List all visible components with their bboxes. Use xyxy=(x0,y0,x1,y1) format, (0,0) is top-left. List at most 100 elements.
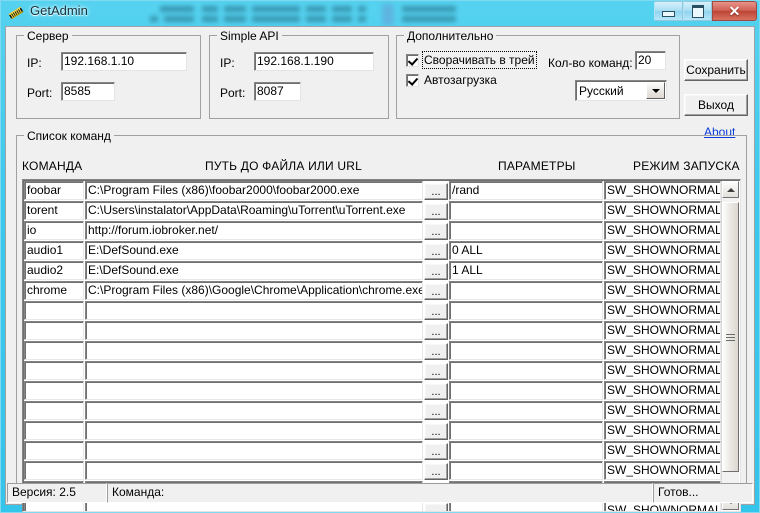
cell-path[interactable]: E:\DefSound.exe xyxy=(85,261,423,280)
scroll-up-button[interactable] xyxy=(722,181,739,198)
browse-button[interactable]: ... xyxy=(424,423,448,440)
cell-path[interactable] xyxy=(85,441,423,460)
cell-mode[interactable]: SW_SHOWNORMAL xyxy=(604,441,721,460)
cell-command[interactable] xyxy=(24,421,84,440)
browse-button[interactable]: ... xyxy=(424,183,448,200)
command-list-group-title: Список команд xyxy=(24,129,114,143)
cell-path[interactable] xyxy=(85,301,423,320)
cell-mode[interactable]: SW_SHOWNORMAL xyxy=(604,321,721,340)
cell-params[interactable] xyxy=(449,461,603,480)
browse-button[interactable]: ... xyxy=(424,403,448,420)
cell-params[interactable] xyxy=(449,361,603,380)
cell-command[interactable] xyxy=(24,341,84,360)
cell-params[interactable]: /rand xyxy=(449,181,603,200)
cell-params[interactable]: 1 ALL xyxy=(449,261,603,280)
cell-params[interactable] xyxy=(449,381,603,400)
cell-command[interactable]: foobar xyxy=(24,181,84,200)
cell-mode[interactable]: SW_SHOWNORMAL xyxy=(604,461,721,480)
browse-button[interactable]: ... xyxy=(424,283,448,300)
cell-mode[interactable]: SW_SHOWNORMAL xyxy=(604,201,721,220)
cell-command[interactable] xyxy=(24,441,84,460)
cell-mode[interactable]: SW_SHOWNORMAL xyxy=(604,401,721,420)
minimize-button[interactable] xyxy=(654,1,683,21)
cell-mode[interactable]: SW_SHOWNORMAL xyxy=(604,221,721,240)
cell-params[interactable] xyxy=(449,341,603,360)
cell-command[interactable] xyxy=(24,321,84,340)
cell-command[interactable]: torent xyxy=(24,201,84,220)
cell-command[interactable]: chrome xyxy=(24,281,84,300)
cell-params[interactable] xyxy=(449,421,603,440)
browse-button[interactable]: ... xyxy=(424,363,448,380)
cell-params[interactable] xyxy=(449,321,603,340)
chevron-down-icon[interactable] xyxy=(646,82,665,99)
maximize-button[interactable] xyxy=(683,1,712,21)
cell-path[interactable]: C:\Users\instalator\AppData\Roaming\uTor… xyxy=(85,201,423,220)
cell-command[interactable] xyxy=(24,401,84,420)
cell-command[interactable]: audio2 xyxy=(24,261,84,280)
cell-path[interactable] xyxy=(85,361,423,380)
cell-params[interactable] xyxy=(449,441,603,460)
browse-button[interactable]: ... xyxy=(424,463,448,480)
cell-path[interactable] xyxy=(85,341,423,360)
cell-mode[interactable]: SW_SHOWNORMAL xyxy=(604,241,721,260)
cell-params[interactable] xyxy=(449,201,603,220)
cell-path[interactable]: E:\DefSound.exe xyxy=(85,241,423,260)
cell-params[interactable]: 0 ALL xyxy=(449,241,603,260)
cell-mode[interactable]: SW_SHOWNORMAL xyxy=(604,421,721,440)
grid-vertical-scrollbar[interactable] xyxy=(721,181,739,510)
cell-mode[interactable]: SW_SHOWNORMAL xyxy=(604,301,721,320)
cell-mode[interactable]: SW_SHOWNORMAL xyxy=(604,341,721,360)
scrollbar-track[interactable] xyxy=(722,198,739,493)
cell-path[interactable]: http://forum.iobroker.net/ xyxy=(85,221,423,240)
cell-params[interactable] xyxy=(449,281,603,300)
cell-path[interactable]: C:\Program Files (x86)\Google\Chrome\App… xyxy=(85,281,423,300)
cell-path[interactable] xyxy=(85,421,423,440)
cell-mode[interactable]: SW_SHOWNORMAL xyxy=(604,261,721,280)
close-button[interactable]: ✕ xyxy=(712,1,757,21)
cell-command[interactable]: io xyxy=(24,221,84,240)
command-count-input[interactable]: 20 xyxy=(635,51,666,70)
server-ip-input[interactable]: 192.168.1.10 xyxy=(61,52,187,71)
autostart-checkbox[interactable] xyxy=(406,73,419,87)
scrollbar-thumb[interactable] xyxy=(722,202,739,472)
cell-path[interactable] xyxy=(85,401,423,420)
cell-mode[interactable]: SW_SHOWNORMAL xyxy=(604,381,721,400)
api-port-input[interactable]: 8087 xyxy=(254,82,301,101)
browse-button[interactable]: ... xyxy=(424,203,448,220)
cell-params[interactable] xyxy=(449,301,603,320)
cell-path[interactable]: C:\Program Files (x86)\foobar2000\foobar… xyxy=(85,181,423,200)
cell-path[interactable] xyxy=(85,461,423,480)
table-row: torent C:\Users\instalator\AppData\Roamin… xyxy=(24,201,724,221)
cell-command[interactable] xyxy=(24,361,84,380)
cell-mode[interactable]: SW_SHOWNORMAL xyxy=(604,181,721,200)
tray-checkbox-row[interactable]: Сворачивать в трей xyxy=(406,51,537,69)
browse-button[interactable]: ... xyxy=(424,323,448,340)
title-bar[interactable]: GetAdmin ✕ xyxy=(0,0,760,26)
browse-button[interactable]: ... xyxy=(424,263,448,280)
api-ip-input[interactable]: 192.168.1.190 xyxy=(254,52,374,71)
cell-path[interactable] xyxy=(85,381,423,400)
cell-params[interactable] xyxy=(449,401,603,420)
cell-command[interactable] xyxy=(24,381,84,400)
browse-button[interactable]: ... xyxy=(424,383,448,400)
server-port-input[interactable]: 8585 xyxy=(61,82,115,101)
cell-mode[interactable]: SW_SHOWNORMAL xyxy=(604,361,721,380)
browse-button[interactable]: ... xyxy=(424,303,448,320)
cell-path[interactable] xyxy=(85,321,423,340)
browse-button[interactable]: ... xyxy=(424,243,448,260)
cell-command[interactable]: audio1 xyxy=(24,241,84,260)
api-group: Simple API IP: 192.168.1.190 Port: 8087 xyxy=(209,29,389,119)
browse-button[interactable]: ... xyxy=(424,503,448,511)
language-select[interactable]: Русский xyxy=(575,80,667,101)
browse-button[interactable]: ... xyxy=(424,443,448,460)
cell-params[interactable] xyxy=(449,221,603,240)
exit-button[interactable]: Выход xyxy=(684,94,748,116)
save-button[interactable]: Сохранить xyxy=(684,59,748,81)
cell-command[interactable] xyxy=(24,461,84,480)
tray-checkbox[interactable] xyxy=(406,53,419,67)
cell-mode[interactable]: SW_SHOWNORMAL xyxy=(604,281,721,300)
browse-button[interactable]: ... xyxy=(424,223,448,240)
autostart-checkbox-row[interactable]: Автозагрузка xyxy=(406,73,497,87)
browse-button[interactable]: ... xyxy=(424,343,448,360)
cell-command[interactable] xyxy=(24,301,84,320)
